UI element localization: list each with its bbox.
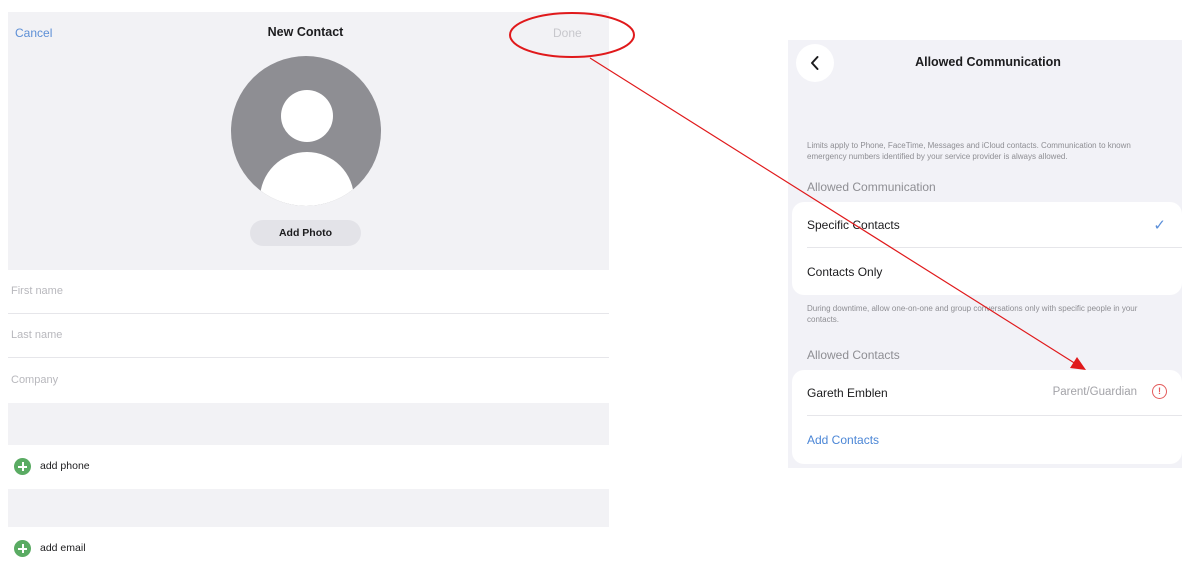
last-name-field[interactable]: Last name bbox=[8, 314, 609, 358]
divider bbox=[807, 247, 1182, 248]
add-contacts-link: Add Contacts bbox=[807, 433, 880, 447]
section-gap bbox=[8, 403, 609, 445]
last-name-placeholder: Last name bbox=[11, 329, 63, 341]
add-circle-icon bbox=[14, 458, 31, 475]
divider bbox=[807, 415, 1182, 416]
done-button[interactable]: Done bbox=[553, 26, 582, 40]
page-title: Allowed Communication bbox=[915, 55, 1061, 69]
allowed-contacts-list: Gareth Emblen Parent/Guardian ! Add Cont… bbox=[792, 370, 1182, 464]
chevron-left-icon bbox=[811, 56, 819, 70]
contact-role: Parent/Guardian bbox=[1052, 386, 1137, 398]
contact-row[interactable]: Gareth Emblen Parent/Guardian ! bbox=[792, 370, 1182, 416]
avatar-head bbox=[281, 90, 333, 142]
limits-description: Limits apply to Phone, FaceTime, Message… bbox=[807, 141, 1131, 161]
option-contacts-only[interactable]: Contacts Only bbox=[792, 249, 1182, 295]
checkmark-icon: ✓ bbox=[1153, 217, 1166, 234]
first-name-placeholder: First name bbox=[11, 285, 63, 297]
add-circle-icon bbox=[14, 540, 31, 557]
option-label: Specific Contacts bbox=[807, 218, 900, 232]
add-phone-label: add phone bbox=[40, 460, 90, 472]
add-phone-row[interactable]: add phone bbox=[8, 445, 609, 489]
back-button[interactable] bbox=[796, 44, 834, 82]
section-header-allowed-communication: Allowed Communication bbox=[807, 180, 936, 194]
first-name-field[interactable]: First name bbox=[8, 270, 609, 314]
option-label: Contacts Only bbox=[807, 265, 883, 279]
info-circle-icon[interactable]: ! bbox=[1152, 384, 1167, 399]
company-placeholder: Company bbox=[11, 374, 59, 386]
divider bbox=[8, 357, 609, 358]
allowed-communication-screen: Allowed Communication Limits apply to Ph… bbox=[788, 40, 1182, 468]
section-header-allowed-contacts: Allowed Contacts bbox=[807, 348, 900, 362]
contact-name: Gareth Emblen bbox=[807, 386, 888, 400]
section-gap bbox=[8, 489, 609, 527]
option-specific-contacts[interactable]: Specific Contacts ✓ bbox=[792, 202, 1182, 248]
page-title: New Contact bbox=[267, 25, 344, 39]
new-contact-header: Cancel New Contact Done Add Photo bbox=[8, 12, 609, 270]
new-contact-screen: Cancel New Contact Done Add Photo First … bbox=[8, 12, 609, 574]
add-email-label: add email bbox=[40, 542, 86, 554]
communication-options: Specific Contacts ✓ Contacts Only bbox=[792, 202, 1182, 295]
add-email-row[interactable]: add email bbox=[8, 527, 609, 571]
company-field[interactable]: Company bbox=[8, 359, 609, 403]
avatar-body bbox=[260, 152, 354, 206]
cancel-button[interactable]: Cancel bbox=[15, 26, 52, 40]
add-contacts-row[interactable]: Add Contacts bbox=[792, 417, 1182, 463]
avatar-placeholder-icon[interactable] bbox=[231, 56, 381, 206]
downtime-note: During downtime, allow one-on-one and gr… bbox=[807, 304, 1138, 324]
add-photo-button[interactable]: Add Photo bbox=[250, 220, 361, 246]
